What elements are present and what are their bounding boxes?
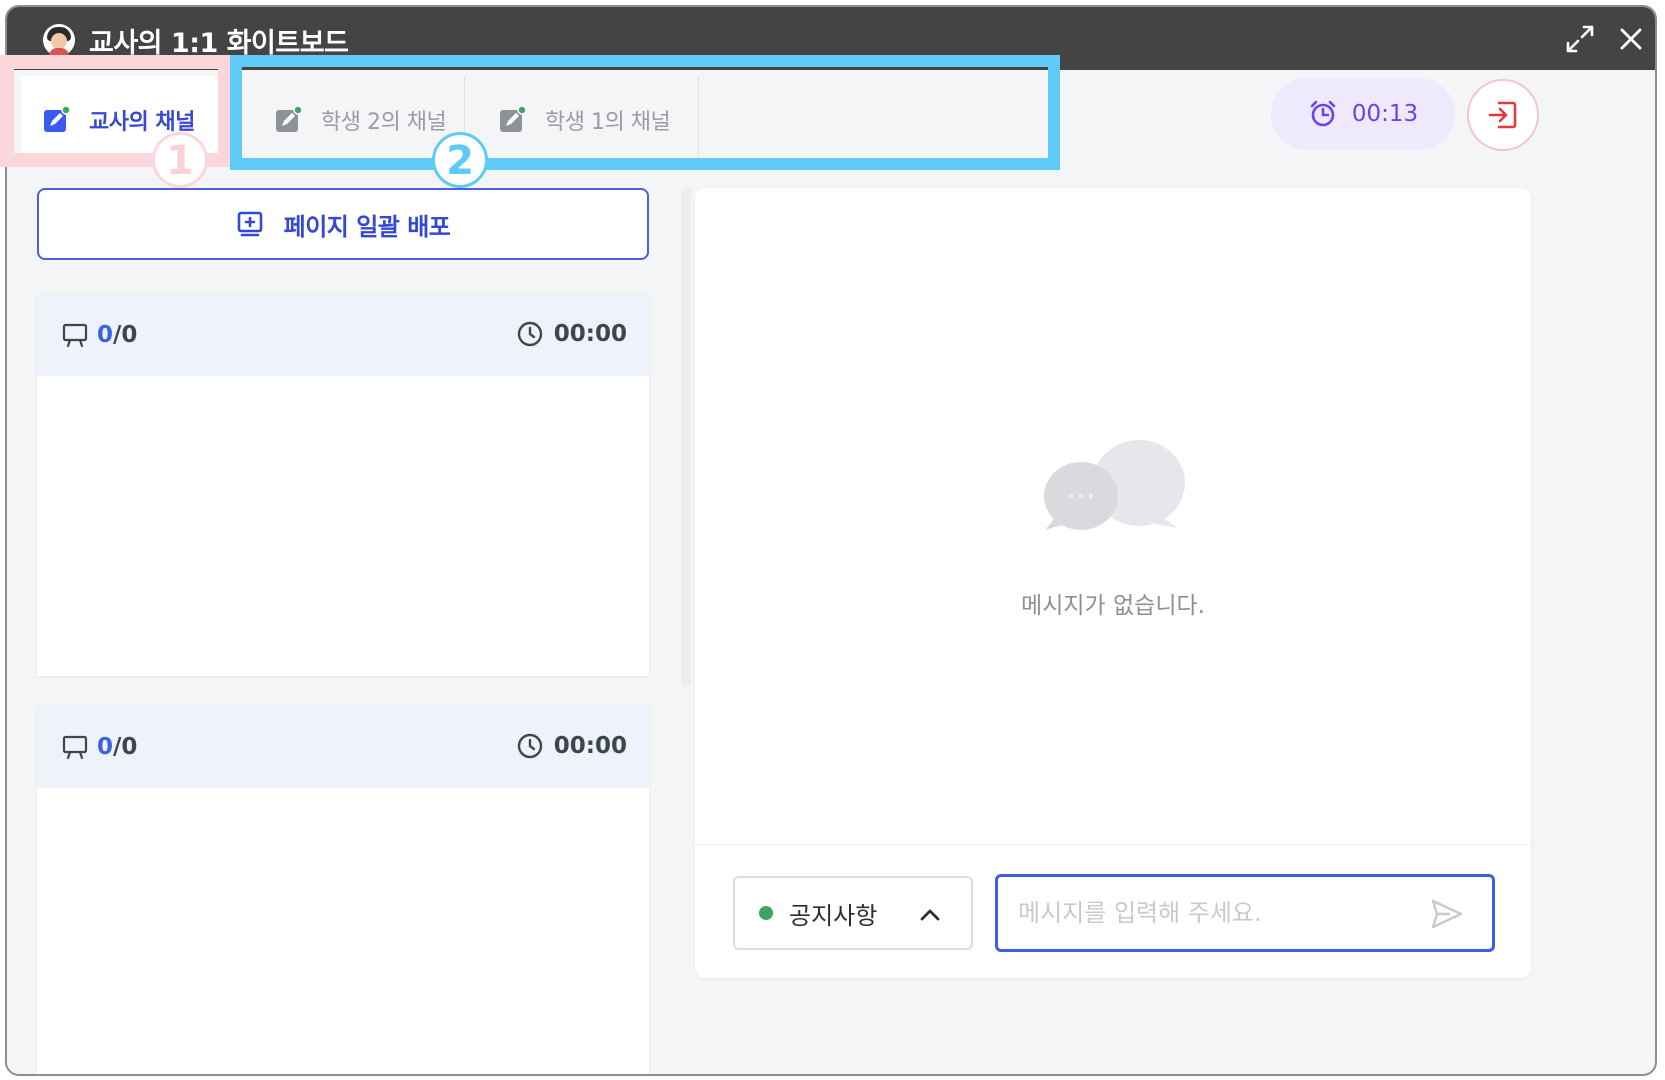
notice-select-value: 공지사항 bbox=[789, 901, 878, 930]
page-card[interactable]: 0 /0 00:00 bbox=[37, 294, 649, 676]
active-tab-indicator bbox=[95, 154, 141, 158]
expand-icon bbox=[1566, 25, 1594, 53]
message-input-box bbox=[995, 874, 1495, 952]
slide-current-count: 0 bbox=[97, 322, 114, 348]
timer-value: 00:13 bbox=[1351, 101, 1419, 127]
chat-panel: 메시지가 없습니다. 공지사항 bbox=[695, 188, 1531, 978]
pencil-edit-icon bbox=[497, 105, 527, 135]
alarm-clock-icon bbox=[1310, 100, 1336, 127]
tab-label: 학생 1의 채널 bbox=[545, 110, 671, 135]
annotation-badge-2: 2 bbox=[432, 132, 488, 188]
session-timer: 00:13 bbox=[1271, 78, 1455, 150]
page-card[interactable]: 0 /0 00:00 bbox=[37, 706, 649, 1074]
page-list-panel: 페이지 일괄 배포 0 /0 00:00 0 /0 00:00 bbox=[7, 170, 679, 1074]
exit-button[interactable] bbox=[1467, 79, 1539, 151]
clock-icon bbox=[517, 733, 542, 759]
page-card-header: 0 /0 00:00 bbox=[37, 706, 649, 788]
tab-label: 학생 2의 채널 bbox=[321, 110, 447, 135]
add-page-icon bbox=[237, 211, 262, 237]
presentation-icon bbox=[62, 735, 88, 760]
expand-button[interactable] bbox=[1562, 21, 1598, 57]
close-icon bbox=[1620, 28, 1642, 50]
window-title: 교사의 1:1 화이트보드 bbox=[89, 28, 349, 59]
notice-type-select[interactable]: 공지사항 bbox=[733, 876, 973, 950]
whiteboard-window: 교사의 1:1 화이트보드 교사의 채널 학생 2의 채널 학생 1의 채널 0… bbox=[5, 5, 1657, 1076]
chevron-up-icon bbox=[920, 909, 940, 921]
page-duration: 00:00 bbox=[553, 733, 627, 759]
bulk-distribute-label: 페이지 일괄 배포 bbox=[283, 212, 451, 241]
presentation-icon bbox=[62, 323, 88, 348]
bulk-distribute-pages-button[interactable]: 페이지 일괄 배포 bbox=[37, 188, 649, 260]
tab-student-1-channel[interactable]: 학생 1의 채널 bbox=[467, 76, 699, 164]
slide-total-count: /0 bbox=[113, 734, 138, 760]
channel-tab-bar: 교사의 채널 학생 2의 채널 학생 1의 채널 00:13 bbox=[7, 70, 1655, 170]
close-button[interactable] bbox=[1613, 21, 1649, 57]
message-input[interactable] bbox=[1018, 891, 1408, 935]
chat-footer-divider bbox=[695, 844, 1531, 845]
annotation-badge-1: 1 bbox=[152, 132, 208, 188]
chat-bubbles-icon bbox=[1044, 440, 1185, 530]
page-card-header: 0 /0 00:00 bbox=[37, 294, 649, 376]
title-bar: 교사의 1:1 화이트보드 bbox=[7, 7, 1655, 70]
exit-icon bbox=[1488, 101, 1517, 129]
send-button[interactable] bbox=[1428, 895, 1466, 933]
pencil-edit-icon bbox=[273, 105, 303, 135]
page-duration: 00:00 bbox=[553, 321, 627, 347]
send-icon bbox=[1431, 899, 1463, 929]
clock-icon bbox=[517, 321, 542, 347]
slide-total-count: /0 bbox=[113, 322, 138, 348]
slide-current-count: 0 bbox=[97, 734, 114, 760]
panel-resize-handle[interactable] bbox=[681, 187, 691, 687]
teacher-avatar bbox=[43, 24, 75, 56]
pencil-edit-icon bbox=[41, 105, 71, 135]
empty-chat-message: 메시지가 없습니다. bbox=[1021, 593, 1205, 619]
status-dot bbox=[759, 906, 773, 920]
